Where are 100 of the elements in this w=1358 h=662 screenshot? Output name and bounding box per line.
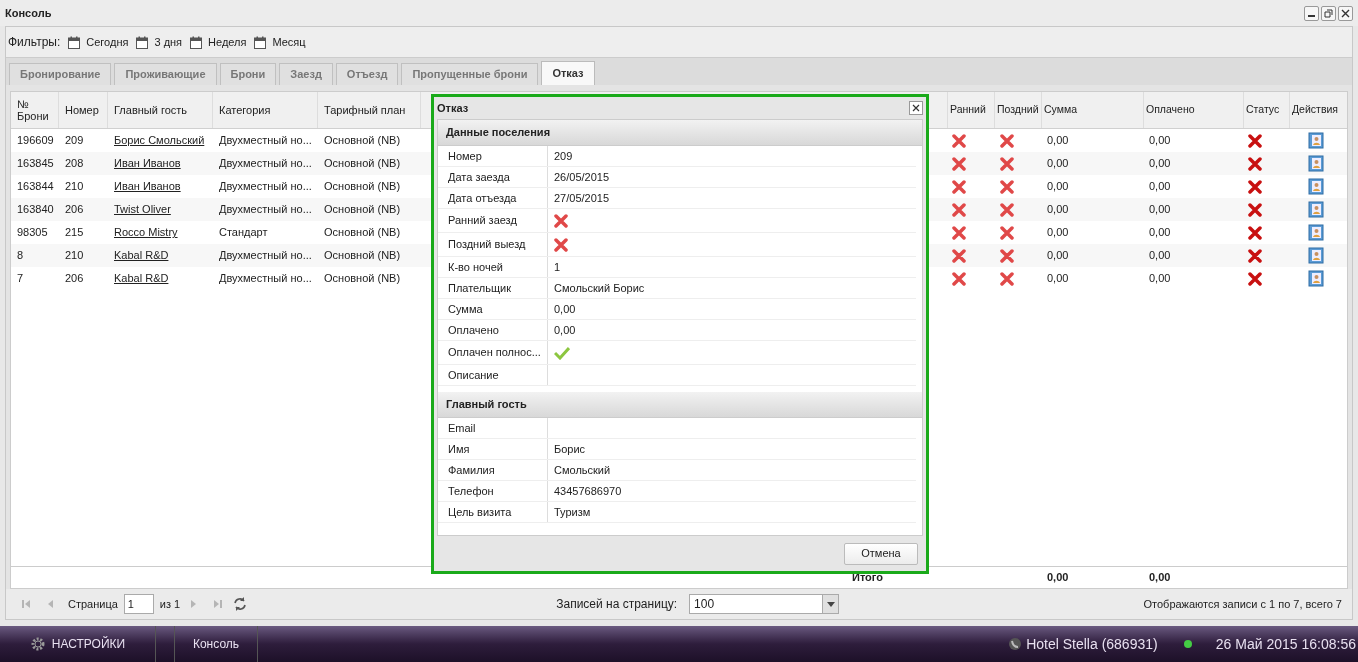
- field-label: Имя: [438, 439, 548, 459]
- table-cell-text: 0,00: [1046, 179, 1070, 195]
- field-label: Дата заезда: [438, 167, 548, 187]
- table-cell-text: 0,00: [1148, 156, 1172, 172]
- guest-link[interactable]: Kabal R&D: [114, 249, 169, 262]
- cancel-button[interactable]: Отмена: [844, 542, 918, 565]
- table-cell-text: 8: [16, 248, 25, 264]
- table-cell-text: 210: [64, 179, 85, 195]
- table-cell-text: 206: [64, 271, 85, 287]
- filter-button[interactable]: 3 дня: [136, 33, 183, 51]
- field-label: Поздний выезд: [438, 233, 548, 256]
- guest-card-icon[interactable]: [1308, 201, 1324, 218]
- guest-link[interactable]: Иван Иванов: [114, 157, 181, 170]
- guest-link[interactable]: Rocco Mistry: [114, 226, 178, 239]
- column-header[interactable]: Номер: [59, 92, 108, 128]
- table-cell-text: 215: [64, 225, 85, 241]
- calendar-icon: [136, 35, 149, 49]
- table-cell-text: Основной (NB): [323, 179, 402, 195]
- field-value: 27/05/2015: [554, 190, 610, 206]
- close-icon[interactable]: [1338, 5, 1353, 21]
- table-cell-text: 0,00: [1148, 271, 1172, 287]
- tab[interactable]: Отказ: [541, 61, 595, 85]
- table-cell-text: Двухместный но...: [218, 271, 313, 287]
- table-cell-text: 210: [64, 248, 85, 264]
- field-value: Туризм: [554, 504, 591, 520]
- table-cell-text: 0,00: [1148, 202, 1172, 218]
- field-label: Оплачено: [438, 320, 548, 340]
- page-field[interactable]: 1: [123, 594, 154, 614]
- filter-button[interactable]: Сегодня: [68, 33, 129, 51]
- field-label: Дата отъезда: [438, 188, 548, 208]
- table-cell-text: 0,00: [1046, 271, 1070, 287]
- table-cell-text: Основной (NB): [323, 156, 402, 172]
- field-label: Цель визита: [438, 502, 548, 522]
- minimize-icon[interactable]: [1304, 5, 1319, 21]
- field-label: К-во ночей: [438, 257, 548, 277]
- field-value: Смольский Борис: [554, 280, 645, 296]
- field-value: 43457686970: [554, 483, 622, 499]
- table-cell-text: Основной (NB): [323, 271, 402, 287]
- column-header[interactable]: Статус: [1243, 92, 1289, 128]
- guest-link[interactable]: Борис Смольский: [114, 134, 205, 147]
- per-page-select[interactable]: 100: [689, 594, 840, 614]
- column-header[interactable]: Тарифный план: [318, 92, 421, 128]
- dialog-title: Отказ: [437, 100, 469, 116]
- table-cell-text: Стандарт: [218, 225, 269, 241]
- table-cell-text: 163840: [16, 202, 55, 218]
- filters-label: Фильтры:: [8, 34, 61, 51]
- field-value: 0,00: [554, 322, 576, 338]
- column-header[interactable]: Поздний: [994, 92, 1041, 128]
- settings-button[interactable]: НАСТРОЙКИ: [0, 626, 156, 662]
- close-icon[interactable]: [909, 101, 923, 115]
- column-header[interactable]: Сумма: [1041, 92, 1143, 128]
- calendar-icon: [68, 35, 81, 49]
- section-header: Главный гость: [438, 392, 922, 418]
- field-value: 26/05/2015: [554, 169, 610, 185]
- table-cell-text: 208: [64, 156, 85, 172]
- table-cell-text: 0,00: [1148, 179, 1172, 195]
- page-count: из 1: [159, 596, 181, 612]
- window-title: Консоль: [5, 5, 52, 21]
- column-header[interactable]: Действия: [1289, 92, 1348, 128]
- table-cell-text: 0,00: [1148, 570, 1172, 586]
- table-cell-text: 0,00: [1046, 225, 1070, 241]
- table-cell-text: Основной (NB): [323, 248, 402, 264]
- table-cell-text: 0,00: [1148, 133, 1172, 149]
- table-cell-text: 209: [64, 133, 85, 149]
- column-header[interactable]: Ранний: [947, 92, 994, 128]
- last-page-icon: [213, 599, 224, 609]
- taskbar-window-button[interactable]: Консоль: [174, 626, 258, 662]
- guest-link[interactable]: Kabal R&D: [114, 272, 169, 285]
- table-cell-text: 196609: [16, 133, 55, 149]
- column-header[interactable]: Главный гость: [108, 92, 213, 128]
- field-label: Сумма: [438, 299, 548, 319]
- field-label: Плательщик: [438, 278, 548, 298]
- table-cell-text: 163844: [16, 179, 55, 195]
- table-cell-text: 98305: [16, 225, 49, 241]
- column-header[interactable]: Оплачено: [1143, 92, 1243, 128]
- guest-card-icon[interactable]: [1308, 270, 1324, 287]
- column-header[interactable]: № Брони: [11, 92, 59, 128]
- table-cell-text: Основной (NB): [323, 202, 402, 218]
- refresh-icon[interactable]: [232, 596, 249, 612]
- table-cell-text: 7: [16, 271, 25, 287]
- table-cell-text: 0,00: [1148, 248, 1172, 264]
- field-value: 209: [554, 148, 573, 164]
- guest-card-icon[interactable]: [1308, 178, 1324, 195]
- field-label: Ранний заезд: [438, 209, 548, 232]
- field-value: Борис: [554, 441, 586, 457]
- filter-button[interactable]: Неделя: [190, 33, 247, 51]
- field-label: Номер: [438, 146, 548, 166]
- guest-link[interactable]: Twist Oliver: [114, 203, 171, 216]
- guest-card-icon[interactable]: [1308, 132, 1324, 149]
- first-page-icon: [21, 599, 31, 609]
- guest-link[interactable]: Иван Иванов: [114, 180, 181, 193]
- guest-card-icon[interactable]: [1308, 224, 1324, 241]
- guest-card-icon[interactable]: [1308, 155, 1324, 172]
- calendar-icon: [254, 35, 267, 49]
- column-header[interactable]: Категория: [213, 92, 318, 128]
- filter-button[interactable]: Месяц: [254, 33, 306, 51]
- table-cell-text: Двухместный но...: [218, 202, 313, 218]
- table-cell-text: 0,00: [1046, 156, 1070, 172]
- page-label: Страница: [68, 596, 118, 612]
- guest-card-icon[interactable]: [1308, 247, 1324, 264]
